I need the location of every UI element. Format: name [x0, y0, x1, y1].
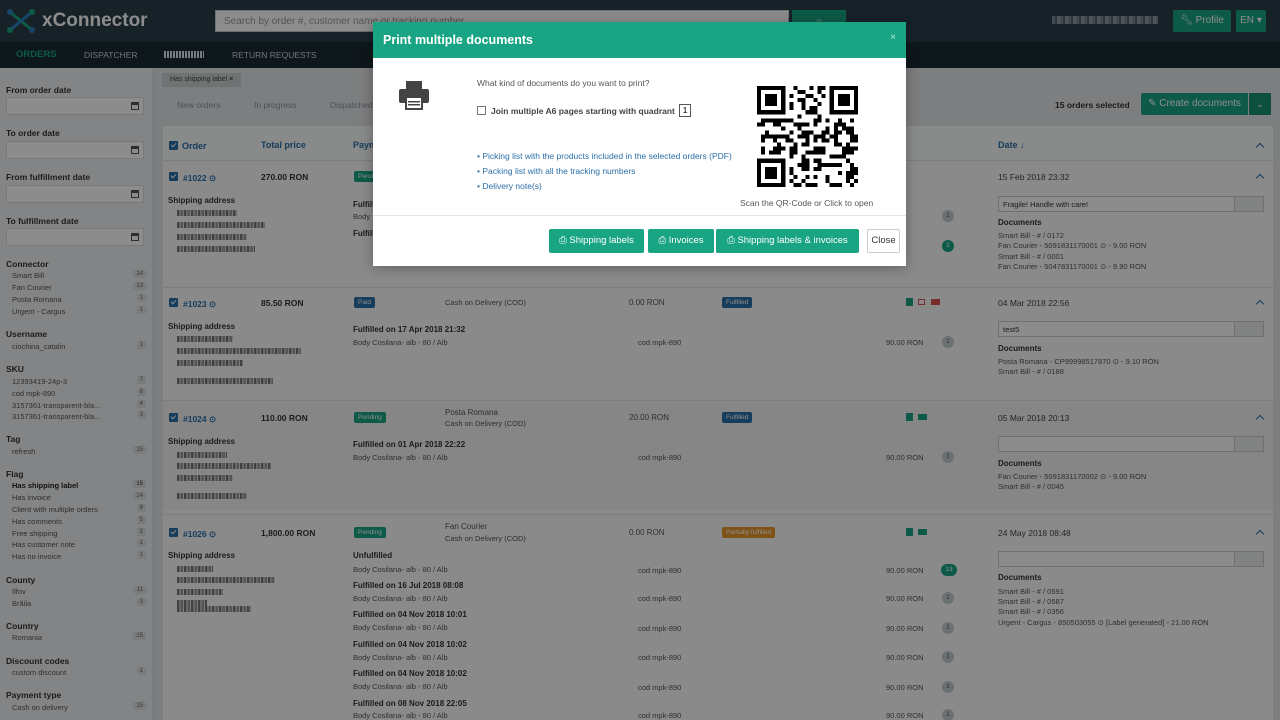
- printer-icon: [399, 81, 429, 110]
- packing-list-link[interactable]: • Packing list with all the tracking num…: [477, 166, 635, 176]
- quadrant-input[interactable]: 1: [678, 104, 692, 117]
- join-pages-label: Join multiple A6 pages starting with qua…: [491, 105, 675, 116]
- shipping-labels-invoices-button[interactable]: ⎙ Shipping labels & invoices: [716, 229, 859, 253]
- print-icon: ⎙: [559, 235, 570, 246]
- join-pages-option[interactable]: Join multiple A6 pages starting with qua…: [477, 104, 692, 117]
- print-icon: ⎙: [727, 235, 738, 246]
- shipping-labels-button[interactable]: ⎙ Shipping labels: [549, 229, 644, 253]
- delivery-note-link[interactable]: • Delivery note(s): [477, 181, 542, 191]
- invoices-button[interactable]: ⎙ Invoices: [648, 229, 714, 253]
- qr-caption: Scan the QR-Code or Click to open: [740, 198, 874, 208]
- join-pages-checkbox[interactable]: [477, 106, 486, 115]
- qr-code[interactable]: [757, 86, 858, 187]
- modal-question: What kind of documents do you want to pr…: [477, 78, 650, 88]
- modal-title: Print multiple documents: [373, 22, 906, 58]
- close-icon[interactable]: ×: [890, 32, 896, 43]
- picking-list-link[interactable]: • Picking list with the products include…: [477, 151, 732, 161]
- print-icon: ⎙: [658, 235, 669, 246]
- modal-divider: [373, 215, 906, 216]
- close-button[interactable]: Close: [867, 229, 900, 253]
- print-documents-modal: Print multiple documents × What kind of …: [373, 22, 906, 266]
